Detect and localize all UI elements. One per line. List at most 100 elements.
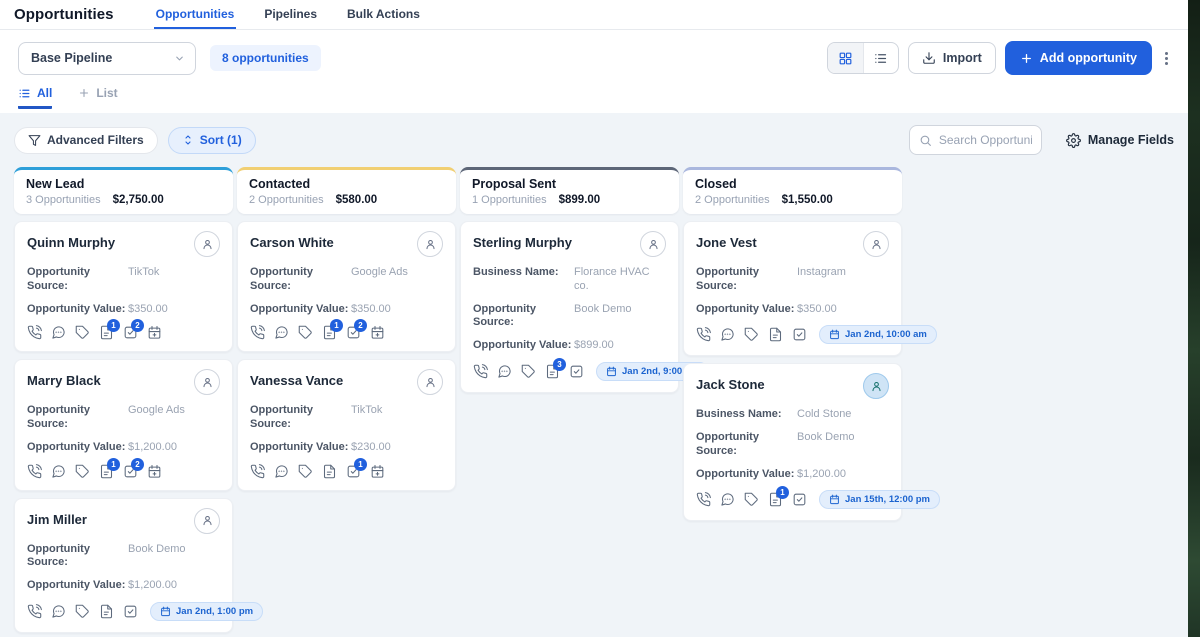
tag-icon[interactable]	[75, 325, 90, 340]
tasks-icon[interactable]: 1	[346, 464, 361, 479]
tasks-icon[interactable]	[792, 327, 807, 342]
view-tab-all[interactable]: All	[18, 86, 52, 109]
opportunity-card[interactable]: Vanessa Vance Opportunity Source:TikTokO…	[237, 359, 456, 490]
tasks-icon[interactable]: 2	[346, 325, 361, 340]
opportunity-card[interactable]: Jack Stone Business Name:Cold StoneOppor…	[683, 363, 902, 521]
phone-icon[interactable]	[473, 364, 488, 379]
calendar-plus-icon[interactable]	[147, 464, 162, 479]
advanced-filters-button[interactable]: Advanced Filters	[14, 127, 158, 154]
phone-icon[interactable]	[250, 464, 265, 479]
card-field: Opportunity Source:Book Demo	[696, 431, 889, 459]
tag-icon[interactable]	[744, 492, 759, 507]
tag-icon[interactable]	[75, 464, 90, 479]
opportunity-card[interactable]: Carson White Opportunity Source:Google A…	[237, 221, 456, 352]
avatar[interactable]	[417, 369, 443, 395]
opportunity-card[interactable]: Jim Miller Opportunity Source:Book DemoO…	[14, 498, 233, 633]
notes-icon[interactable]: 1	[768, 492, 783, 507]
phone-icon[interactable]	[250, 325, 265, 340]
chat-icon[interactable]	[51, 464, 66, 479]
tag-icon[interactable]	[744, 327, 759, 342]
tasks-icon[interactable]: 2	[123, 464, 138, 479]
card-fields: Opportunity Source:Book DemoOpportunity …	[27, 543, 220, 593]
phone-icon[interactable]	[27, 325, 42, 340]
column-header[interactable]: New Lead 3 Opportunities $2,750.00	[14, 167, 233, 214]
card-field-value: Instagram	[797, 266, 846, 294]
search-icon	[919, 134, 932, 147]
chat-icon[interactable]	[274, 464, 289, 479]
card-title: Jack Stone	[696, 373, 765, 392]
chat-icon[interactable]	[720, 492, 735, 507]
notes-icon[interactable]	[99, 604, 114, 619]
tag-icon[interactable]	[521, 364, 536, 379]
appointment-badge[interactable]: Jan 2nd, 1:00 pm	[150, 602, 263, 621]
view-tabs: All List	[0, 86, 1188, 113]
tasks-icon[interactable]: 2	[123, 325, 138, 340]
avatar[interactable]	[194, 231, 220, 257]
column-title: Closed	[695, 177, 890, 191]
avatar[interactable]	[194, 508, 220, 534]
tab-bulk-actions[interactable]: Bulk Actions	[345, 0, 422, 29]
opportunity-card[interactable]: Marry Black Opportunity Source:Google Ad…	[14, 359, 233, 490]
add-opportunity-button[interactable]: Add opportunity	[1005, 41, 1152, 75]
pipeline-columns: New Lead 3 Opportunities $2,750.00 Quinn…	[14, 167, 1174, 633]
tasks-icon[interactable]	[569, 364, 584, 379]
avatar[interactable]	[417, 231, 443, 257]
chat-icon[interactable]	[51, 325, 66, 340]
card-actions: 3 Jan 2nd, 9:00 am	[473, 362, 666, 381]
tag-icon[interactable]	[298, 325, 313, 340]
pipeline-selector[interactable]: Base Pipeline	[18, 42, 196, 75]
sort-button[interactable]: Sort (1)	[168, 127, 256, 154]
appointment-badge[interactable]: Jan 2nd, 10:00 am	[819, 325, 937, 344]
avatar[interactable]	[863, 373, 889, 399]
search-input[interactable]	[939, 133, 1032, 147]
card-field-label: Opportunity Value:	[696, 468, 797, 482]
calendar-plus-icon[interactable]	[370, 464, 385, 479]
advanced-filters-label: Advanced Filters	[47, 133, 144, 147]
import-button[interactable]: Import	[908, 42, 996, 74]
tab-pipelines[interactable]: Pipelines	[262, 0, 319, 29]
tag-icon[interactable]	[75, 604, 90, 619]
phone-icon[interactable]	[696, 492, 711, 507]
opportunity-card[interactable]: Quinn Murphy Opportunity Source:TikTokOp…	[14, 221, 233, 352]
calendar-plus-icon[interactable]	[370, 325, 385, 340]
column-header[interactable]: Closed 2 Opportunities $1,550.00	[683, 167, 902, 214]
more-options-button[interactable]	[1161, 52, 1172, 65]
tasks-icon[interactable]	[123, 604, 138, 619]
column-header[interactable]: Contacted 2 Opportunities $580.00	[237, 167, 456, 214]
phone-icon[interactable]	[696, 327, 711, 342]
notes-icon[interactable]: 1	[322, 325, 337, 340]
notes-icon[interactable]: 3	[545, 364, 560, 379]
calendar-plus-icon[interactable]	[147, 325, 162, 340]
grid-view-button[interactable]	[828, 43, 863, 73]
card-field: Opportunity Value:$1,200.00	[27, 579, 220, 593]
notes-icon[interactable]	[768, 327, 783, 342]
manage-fields-button[interactable]: Manage Fields	[1066, 133, 1174, 148]
list-view-button[interactable]	[863, 43, 898, 73]
view-tab-add-list[interactable]: List	[78, 86, 117, 109]
tasks-icon[interactable]	[792, 492, 807, 507]
tag-icon[interactable]	[298, 464, 313, 479]
card-actions: 1 Jan 15th, 12:00 pm	[696, 490, 889, 509]
avatar[interactable]	[640, 231, 666, 257]
chat-icon[interactable]	[720, 327, 735, 342]
avatar[interactable]	[863, 231, 889, 257]
tab-opportunities[interactable]: Opportunities	[154, 0, 237, 29]
opportunity-card[interactable]: Sterling Murphy Business Name:Florance H…	[460, 221, 679, 393]
notes-icon[interactable]: 1	[99, 464, 114, 479]
card-field: Opportunity Source:Instagram	[696, 266, 889, 294]
chat-icon[interactable]	[497, 364, 512, 379]
view-tab-list-label: List	[96, 86, 117, 100]
chat-icon[interactable]	[274, 325, 289, 340]
column-title: New Lead	[26, 177, 221, 191]
card-field-label: Opportunity Value:	[473, 339, 574, 353]
notes-icon[interactable]: 1	[99, 325, 114, 340]
chat-icon[interactable]	[51, 604, 66, 619]
column-header[interactable]: Proposal Sent 1 Opportunities $899.00	[460, 167, 679, 214]
phone-icon[interactable]	[27, 464, 42, 479]
appointment-badge[interactable]: Jan 15th, 12:00 pm	[819, 490, 940, 509]
notes-icon[interactable]	[322, 464, 337, 479]
top-bar: Opportunities Opportunities Pipelines Bu…	[0, 0, 1188, 30]
phone-icon[interactable]	[27, 604, 42, 619]
avatar[interactable]	[194, 369, 220, 395]
opportunity-card[interactable]: Jone Vest Opportunity Source:InstagramOp…	[683, 221, 902, 356]
